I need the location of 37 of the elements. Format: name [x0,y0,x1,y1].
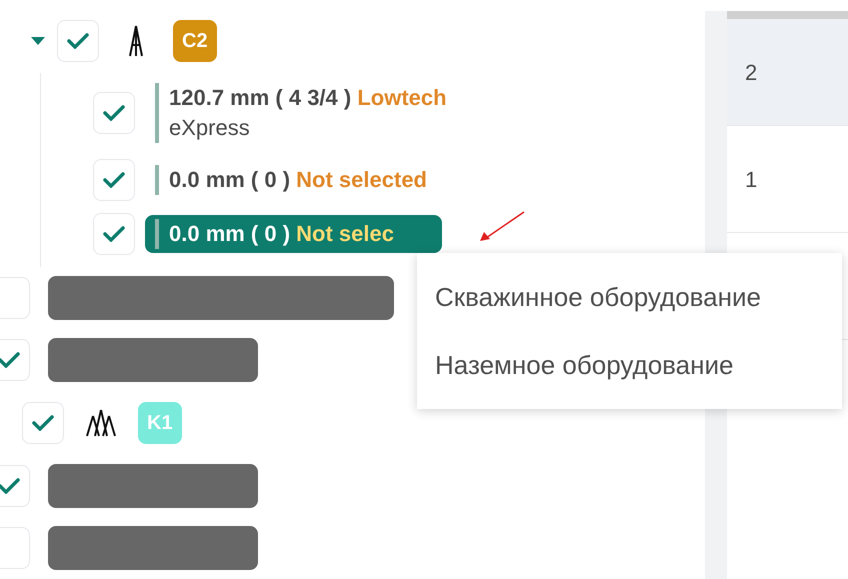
equipment-item[interactable]: 0.0 mm ( 0 ) Not selec [145,215,442,253]
check-icon [103,226,125,242]
table-row[interactable]: 2 [727,19,848,126]
table-cell-text: 1 [745,166,758,194]
group-badge: C2 [173,20,217,62]
brand-label: eXpress [169,114,251,142]
menu-item[interactable]: Наземное оборудование [417,331,842,399]
equipment-item[interactable]: 0.0 mm ( 0 ) Not selected [145,161,437,199]
caret-icon[interactable] [30,36,46,46]
checkbox[interactable] [0,339,30,381]
mast-icon [85,409,117,437]
check-icon [32,415,54,431]
check-icon [103,172,125,188]
menu-item[interactable]: Скважинное оборудование [417,263,842,331]
mast-icon [128,25,144,57]
pointer-arrow [478,210,526,242]
status-label: Not selected [296,167,427,192]
check-icon [67,33,89,49]
size-label: 0.0 mm ( 0 ) [169,221,290,246]
size-label: 0.0 mm ( 0 ) [169,167,290,192]
size-label: 120.7 mm ( 4 3/4 ) [169,85,352,110]
checkbox[interactable] [93,159,135,201]
checkbox[interactable] [93,213,135,255]
check-icon [0,352,20,368]
checkbox[interactable] [0,277,30,319]
check-icon [103,105,125,121]
checkbox[interactable] [57,20,99,62]
checkbox[interactable] [0,465,30,507]
status-label: Not selec [296,221,394,246]
status-label: Lowtech [357,85,447,110]
checkbox[interactable] [93,92,135,134]
table-cell-text: 2 [745,58,758,86]
checkbox[interactable] [22,402,64,444]
check-icon [0,478,20,494]
equipment-item[interactable]: 120.7 mm ( 4 3/4 ) Lowtech eXpress [145,79,457,147]
group-badge: K1 [138,402,182,444]
checkbox[interactable] [0,527,30,569]
